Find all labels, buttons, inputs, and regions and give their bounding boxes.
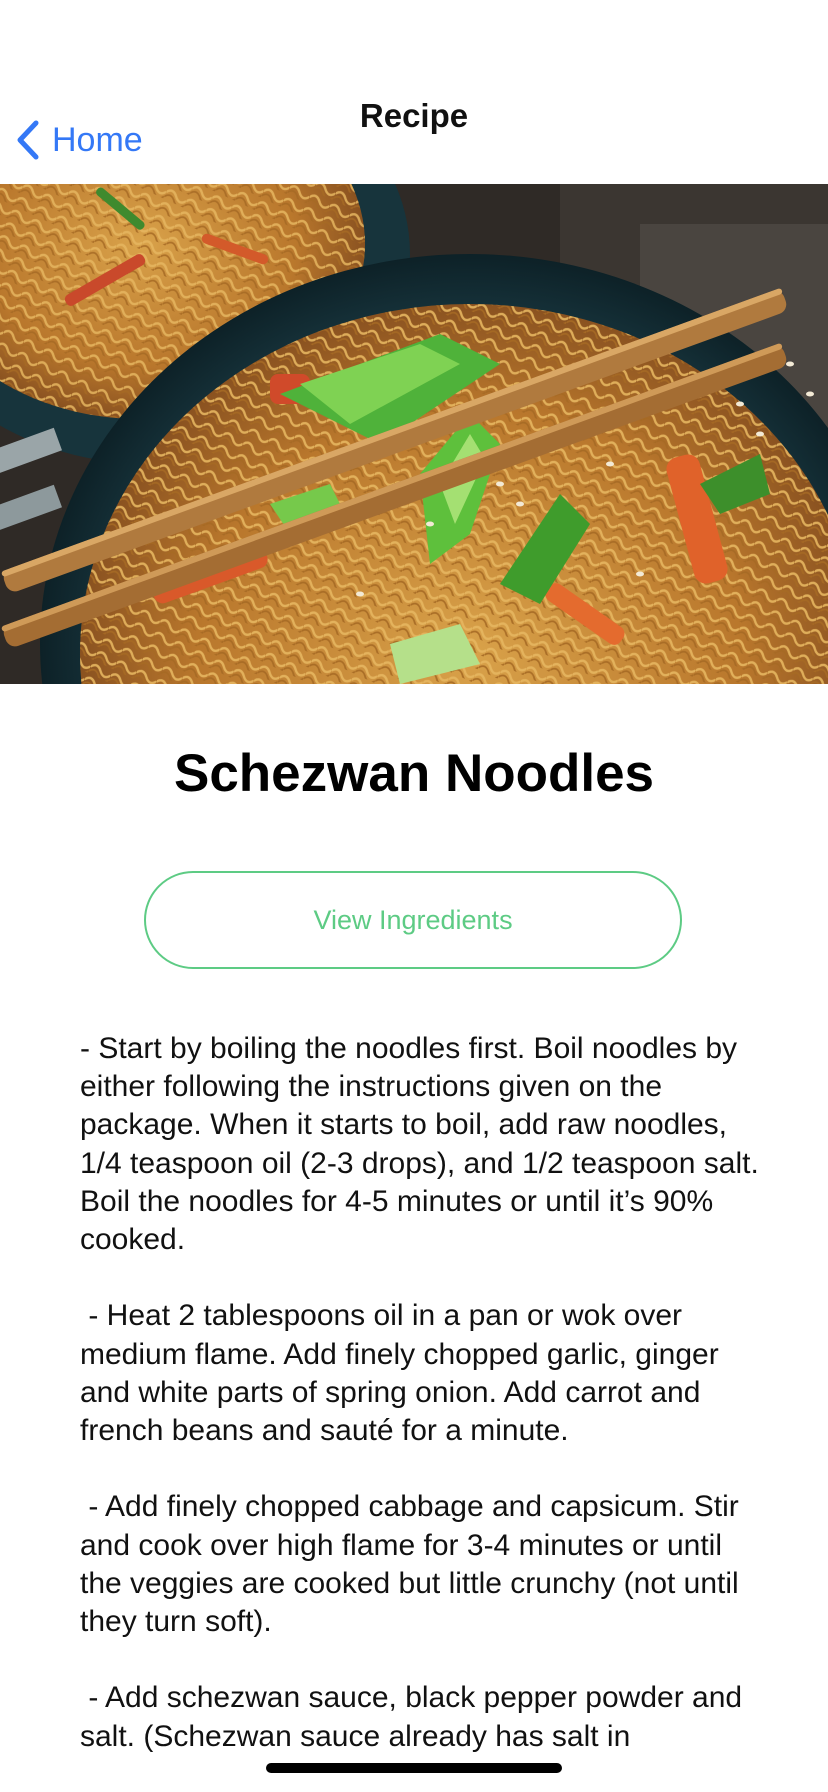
recipe-photo: [0, 184, 828, 684]
navigation-bar: Home Recipe: [0, 0, 828, 184]
recipe-title: Schezwan Noodles: [173, 744, 655, 803]
page-title: Recipe: [359, 97, 469, 134]
recipe-instructions: - Start by boiling the noodles first. Bo…: [80, 1032, 759, 1753]
view-ingredients-button[interactable]: View Ingredients: [144, 871, 682, 969]
home-indicator[interactable]: [266, 1763, 562, 1773]
